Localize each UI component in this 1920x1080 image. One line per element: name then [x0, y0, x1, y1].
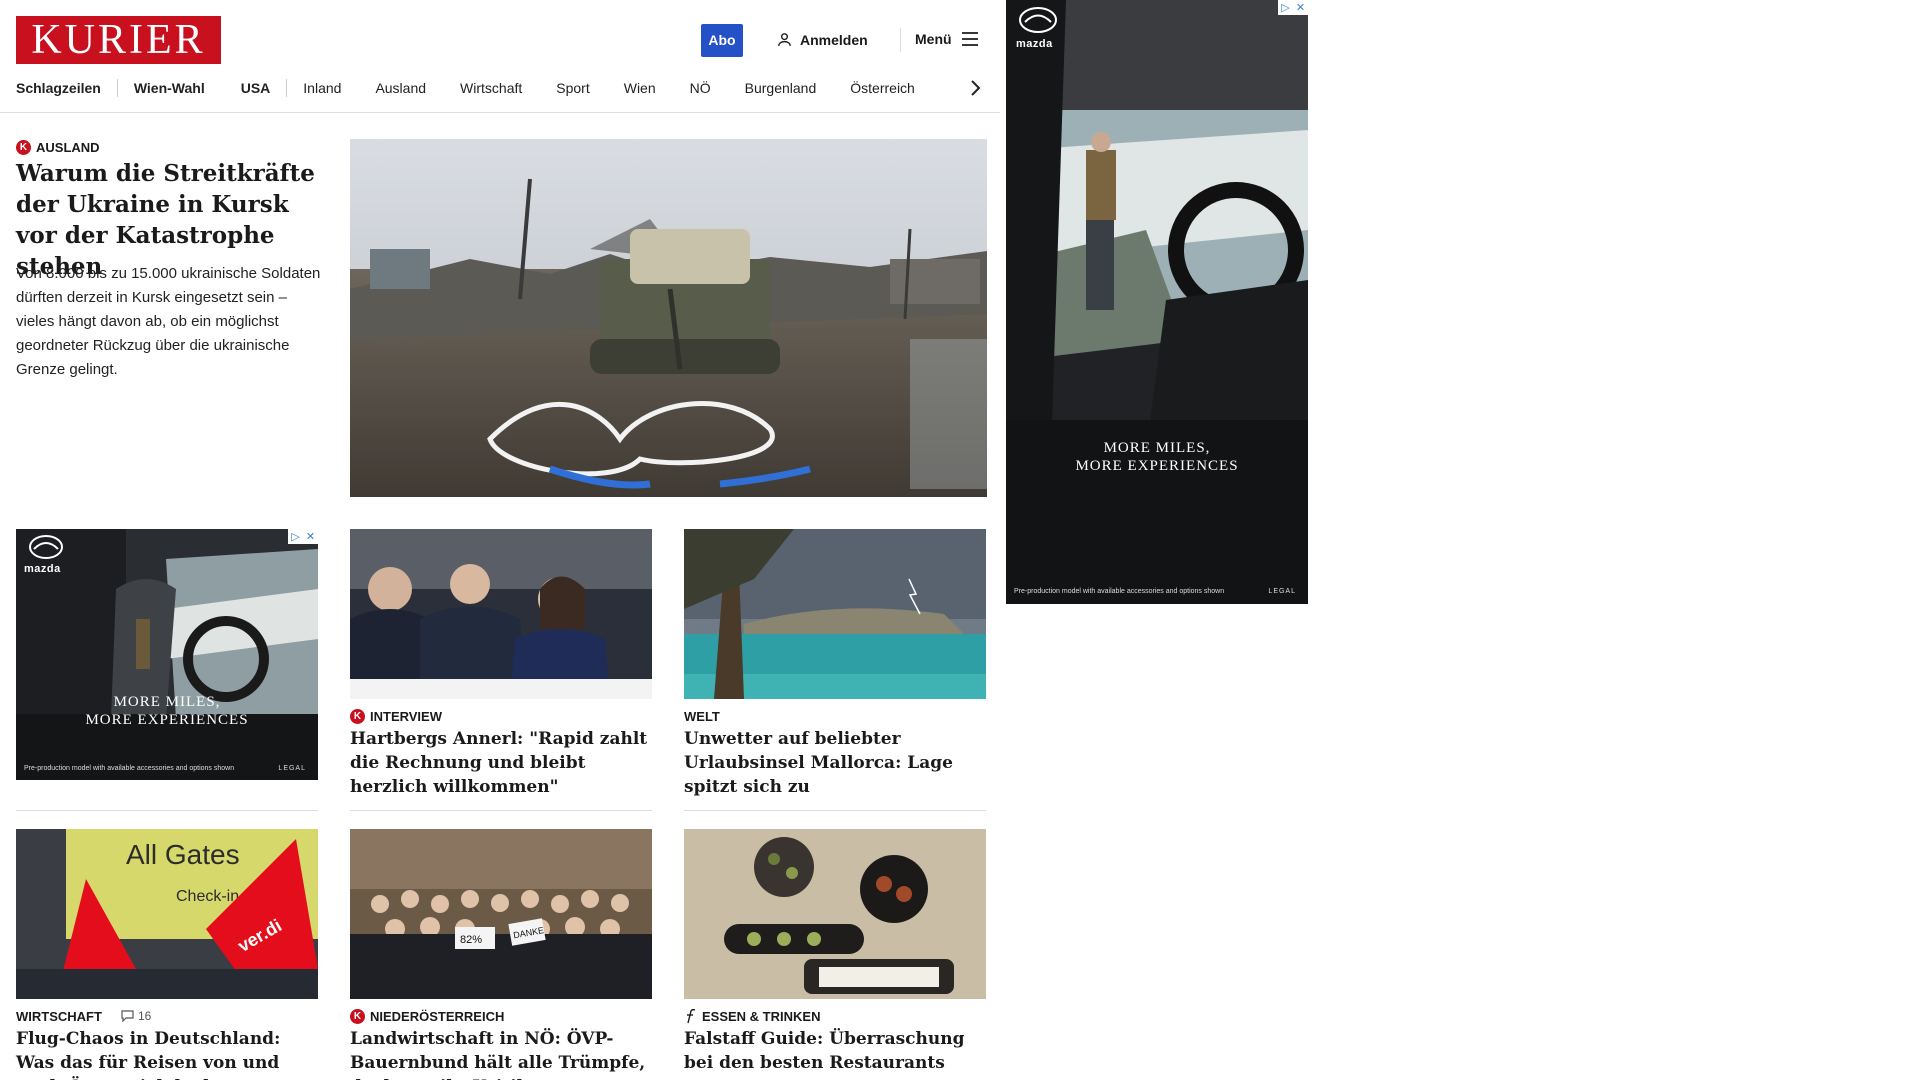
card-divider [16, 810, 318, 811]
card-title-flugchaos[interactable]: Flug-Chaos in Deutschland: Was das für R… [16, 1027, 318, 1080]
card-category: NIEDERÖSTERREICH [370, 1008, 505, 1024]
nav-item-sport[interactable]: Sport [556, 80, 589, 96]
nav-item-noe[interactable]: NÖ [690, 80, 711, 96]
kurier-plus-icon: K [350, 708, 365, 724]
card-kicker-interview: K INTERVIEW [350, 708, 442, 724]
ad-close-icon[interactable]: ✕ [303, 529, 318, 544]
nav-item-ausland[interactable]: Ausland [375, 80, 426, 96]
nav-item-burgenland[interactable]: Burgenland [745, 80, 817, 96]
top-story-kicker: K AUSLAND [16, 139, 100, 155]
kurier-plus-icon: K [16, 139, 31, 155]
ad-info-icon[interactable]: ▷ [288, 529, 303, 544]
mazda-ad-skyscraper-creative[interactable]: ▷ ✕ mazda MORE MILES, MORE EXPERIENCES P… [1006, 0, 1308, 604]
ad-legal-link[interactable]: LEGAL [278, 765, 306, 772]
card-divider [350, 810, 652, 811]
card-image-interview[interactable] [350, 529, 652, 699]
ad-tagline-2: MORE EXPERIENCES [85, 712, 249, 728]
card-image-mallorca[interactable] [684, 529, 986, 699]
site-header: KURIER Abo Anmelden Menü Schlagzeilen Wi… [0, 0, 1000, 112]
ad-tagline-2: MORE EXPERIENCES [1075, 458, 1239, 474]
crowd-sign-text-1: 82% [460, 934, 482, 946]
nav-item-oesterreich[interactable]: Österreich [850, 80, 915, 96]
card-title-falstaff[interactable]: Falstaff Guide: Überraschung bei den bes… [684, 1027, 986, 1075]
user-icon [778, 33, 791, 46]
top-story-category: AUSLAND [36, 139, 100, 155]
mazda-logo-icon [29, 535, 63, 559]
ad-disclaimer: Pre-production model with available acce… [1014, 588, 1225, 595]
comment-icon [121, 1010, 134, 1022]
card-title-mallorca[interactable]: Unwetter auf beliebter Urlaubsinsel Mall… [684, 727, 986, 799]
kurier-logo[interactable]: KURIER [16, 16, 221, 64]
nav-item-schlagzeilen[interactable]: Schlagzeilen [16, 80, 101, 96]
abo-button[interactable]: Abo [701, 24, 743, 57]
top-story-image[interactable] [350, 139, 987, 497]
ad-tagline-1: MORE MILES, [113, 694, 221, 710]
menu-label: Menü [915, 31, 952, 47]
category-nav: Schlagzeilen Wien-Wahl USA Inland Auslan… [16, 78, 915, 98]
comment-count-value: 16 [137, 1009, 152, 1023]
nav-item-wien-wahl[interactable]: Wien-Wahl [134, 80, 205, 96]
falstaff-f-icon [687, 1008, 696, 1023]
top-story-teaser[interactable]: Von 8.000 bis zu 15.000 ukrainische Sold… [16, 262, 326, 382]
login-button[interactable]: Anmelden [776, 31, 868, 48]
card-category: INTERVIEW [370, 708, 442, 724]
card-divider [684, 810, 986, 811]
header-divider-line [0, 112, 1000, 113]
card-image-flugchaos[interactable]: All Gates Check-in ver.di [16, 829, 318, 999]
hamburger-icon [961, 32, 978, 46]
header-divider [900, 28, 901, 52]
ad-brand: mazda [24, 563, 61, 575]
mazda-ad-inline[interactable]: ▷ ✕ mazda MORE MILES, MORE EXPERIENCES P… [16, 529, 318, 780]
card-image-bauernbund[interactable]: 82% DANKE [350, 829, 652, 999]
card-category: ESSEN & TRINKEN [702, 1008, 821, 1024]
chevron-right-icon[interactable] [968, 78, 982, 98]
card-kicker-bauernbund: K NIEDERÖSTERREICH [350, 1008, 504, 1024]
ad-flag[interactable]: ▷ ✕ [1278, 0, 1308, 15]
ad-info-icon[interactable]: ▷ [1278, 0, 1293, 15]
airport-checkin-text: Check-in [176, 888, 239, 905]
ad-close-icon[interactable]: ✕ [1293, 0, 1308, 15]
card-title-interview[interactable]: Hartbergs Annerl: "Rapid zahlt die Rechn… [350, 727, 652, 799]
comment-count[interactable]: 16 [121, 1009, 151, 1023]
ad-tagline-1: MORE MILES, [1103, 440, 1211, 456]
card-kicker-falstaff: ESSEN & TRINKEN [684, 1008, 820, 1024]
card-category: WIRTSCHAFT [16, 1008, 102, 1024]
nav-divider [116, 79, 118, 97]
kurier-plus-icon: K [350, 1008, 365, 1024]
ad-brand: mazda [1016, 38, 1053, 50]
card-kicker-mallorca: WELT [684, 708, 720, 724]
card-category: WELT [684, 708, 720, 724]
nav-item-usa[interactable]: USA [241, 80, 271, 96]
nav-item-wirtschaft[interactable]: Wirtschaft [460, 80, 522, 96]
menu-button[interactable]: Menü [915, 31, 978, 47]
card-title-bauernbund[interactable]: Landwirtschaft in NÖ: ÖVP-Bauernbund häl… [350, 1027, 652, 1080]
card-image-falstaff[interactable] [684, 829, 986, 999]
login-label: Anmelden [800, 31, 868, 48]
ad-legal-link[interactable]: LEGAL [1268, 588, 1296, 595]
page: KURIER Abo Anmelden Menü Schlagzeilen Wi… [0, 0, 1000, 1080]
mazda-logo-icon [1019, 7, 1057, 33]
nav-divider [286, 79, 288, 97]
airport-sign-text: All Gates [126, 839, 240, 870]
nav-item-inland[interactable]: Inland [303, 80, 341, 96]
ad-disclaimer: Pre-production model with available acce… [24, 765, 235, 772]
card-kicker-flugchaos: WIRTSCHAFT 16 [16, 1008, 151, 1024]
ad-flag[interactable]: ▷ ✕ [288, 529, 318, 544]
nav-item-wien[interactable]: Wien [624, 80, 656, 96]
